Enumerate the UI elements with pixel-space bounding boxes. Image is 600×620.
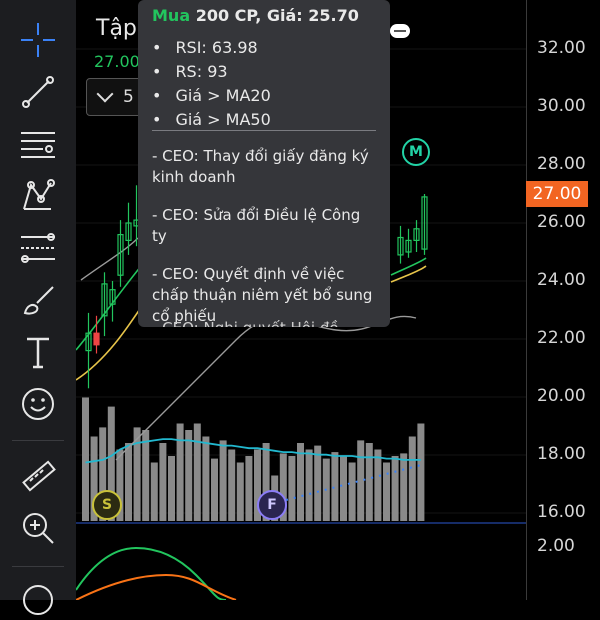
marker-m[interactable]: M xyxy=(402,138,430,166)
candle-body xyxy=(93,332,100,346)
collapse-toggle[interactable] xyxy=(390,24,410,38)
volume-bar xyxy=(142,430,150,521)
volume-bar xyxy=(288,456,296,521)
chevron-down-icon xyxy=(96,85,114,103)
volume-bar xyxy=(331,452,339,521)
trend-line-icon[interactable] xyxy=(18,72,58,112)
volume-bar xyxy=(82,397,89,521)
text-tool-icon[interactable] xyxy=(18,332,58,372)
volume-bar xyxy=(400,453,408,521)
tooltip-divider xyxy=(152,130,376,131)
symbol-title: Tập xyxy=(96,16,137,41)
volume-bar xyxy=(357,440,365,521)
price-tick-label: 32.00 xyxy=(537,38,586,58)
volume-bar xyxy=(305,449,313,521)
volume-bar xyxy=(168,456,175,521)
volume-bar xyxy=(417,423,425,521)
volume-bar xyxy=(185,430,193,521)
interval-value: 5 xyxy=(123,87,134,107)
oscillator-orange-line xyxy=(76,573,237,600)
indicator-list: RSI: 63.98 RS: 93 Giá > MA20 Giá > MA50 xyxy=(152,36,271,132)
volume-bar xyxy=(219,440,227,521)
news-item[interactable]: - CEO: Sửa đổi Điều lệ Công ty xyxy=(152,205,378,247)
tooltip-header: Mua 200 CP, Giá: 25.70 xyxy=(152,6,359,25)
list-item: Giá > MA50 xyxy=(152,108,270,132)
indicator-axis-tick: 2.00 xyxy=(537,536,575,556)
price-tick-label: 20.00 xyxy=(537,386,586,406)
tooltip-detail: 200 CP, Giá: 25.70 xyxy=(195,6,359,25)
ma-grey-line xyxy=(80,237,139,281)
volume-bar xyxy=(236,462,244,521)
volume-bar xyxy=(340,456,347,521)
volume-bar xyxy=(297,443,304,521)
volume-bar xyxy=(176,423,184,521)
volume-bar xyxy=(383,462,390,521)
price-tick-label: 22.00 xyxy=(537,328,586,348)
oscillator-green-line xyxy=(76,546,227,600)
volume-bar xyxy=(391,456,399,521)
ma-yellow-line xyxy=(390,265,427,283)
ma-grey-line xyxy=(115,315,417,461)
price-tick-label: 18.00 xyxy=(537,444,586,464)
volume-bar xyxy=(202,436,210,521)
brush-icon[interactable] xyxy=(18,280,58,320)
toolbar-divider xyxy=(12,440,64,441)
volume-bar xyxy=(193,423,201,521)
toolbar-divider xyxy=(12,566,64,567)
ruler-icon[interactable] xyxy=(18,456,58,496)
marker-f[interactable]: F xyxy=(257,490,287,520)
price-tick-label: 16.00 xyxy=(537,502,586,522)
volume-bar xyxy=(228,449,236,521)
crosshair-icon[interactable] xyxy=(18,20,58,60)
pattern-icon[interactable] xyxy=(18,176,58,216)
marker-s[interactable]: S xyxy=(92,490,122,520)
drawing-toolbar xyxy=(0,0,76,615)
current-price-badge: 27.00 xyxy=(526,181,588,207)
volume-bar xyxy=(150,462,158,521)
price-tick-label: 24.00 xyxy=(537,270,586,290)
zoom-in-icon[interactable] xyxy=(18,508,58,548)
list-item: RSI: 63.98 xyxy=(152,36,271,60)
volume-bar xyxy=(348,462,356,521)
ma-green-line xyxy=(390,257,427,276)
news-item-truncated[interactable]: - CEO: Nghị quyết Hội đồ... xyxy=(152,319,353,327)
list-item: Giá > MA20 xyxy=(152,84,270,108)
volume-bar xyxy=(408,436,416,521)
horizontal-lines-icon[interactable] xyxy=(18,124,58,164)
news-list: - CEO: Thay đổi giấy đăng ký kinh doanh … xyxy=(152,146,378,327)
fibonacci-icon[interactable] xyxy=(18,228,58,268)
emoji-icon[interactable] xyxy=(18,384,58,424)
interval-dropdown[interactable]: 5 xyxy=(86,78,146,116)
volume-bar xyxy=(314,445,322,521)
last-price: 27.00 xyxy=(94,52,140,71)
volume-bar xyxy=(159,443,167,521)
volume-bar xyxy=(245,456,253,521)
news-item[interactable]: - CEO: Quyết định về việc chấp thuận niê… xyxy=(152,264,378,327)
trade-tooltip: Mua 200 CP, Giá: 25.70 RSI: 63.98 RS: 93… xyxy=(138,0,390,327)
volume-bar xyxy=(125,443,132,521)
price-tick-label: 28.00 xyxy=(537,154,586,174)
volume-bar xyxy=(211,458,218,521)
price-tick-label: 30.00 xyxy=(537,96,586,116)
news-item[interactable]: - CEO: Thay đổi giấy đăng ký kinh doanh xyxy=(152,146,378,188)
volume-bar xyxy=(365,443,373,521)
tooltip-action: Mua xyxy=(152,6,191,25)
price-axis-border xyxy=(526,0,527,600)
price-tick-label: 26.00 xyxy=(537,212,586,232)
list-item: RS: 93 xyxy=(152,60,271,84)
volume-bar xyxy=(374,449,382,521)
magnet-icon[interactable] xyxy=(18,580,58,620)
